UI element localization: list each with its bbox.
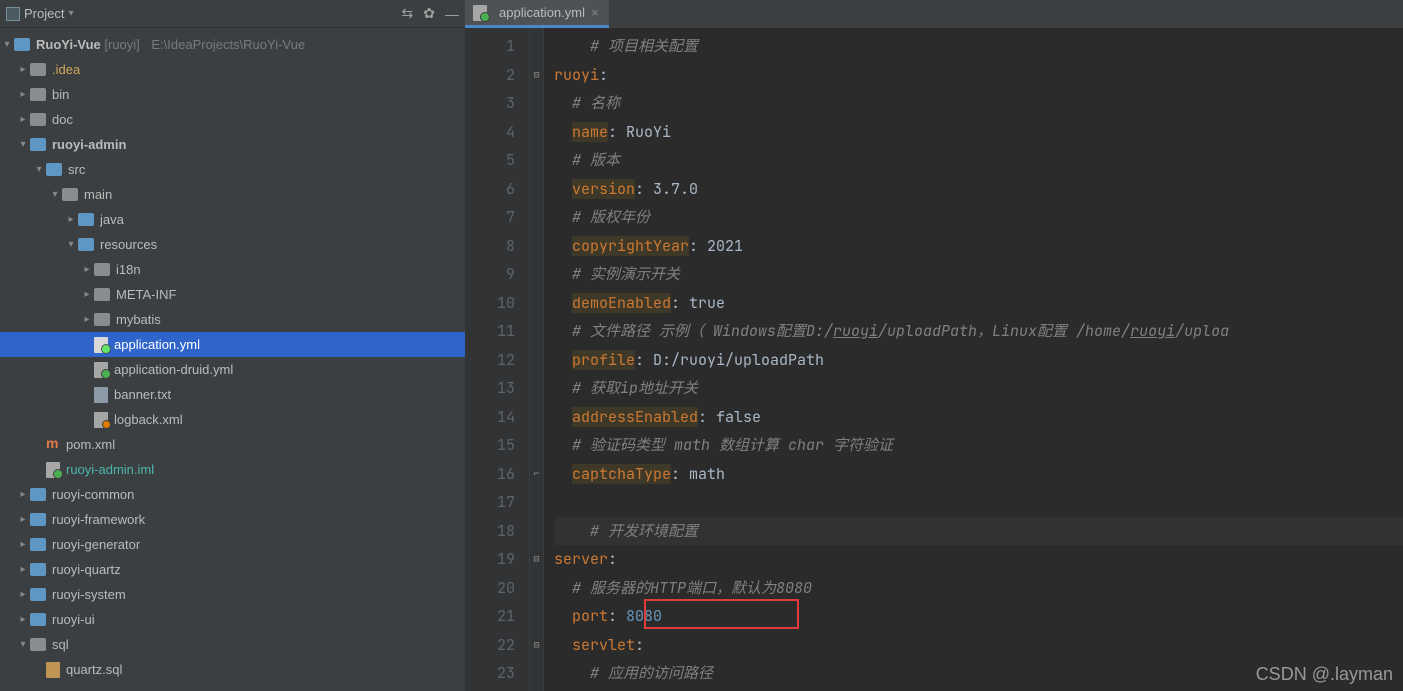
- code-line-5[interactable]: # 版本: [554, 146, 1403, 175]
- code-line-8[interactable]: copyrightYear: 2021: [554, 232, 1403, 261]
- code-line-3[interactable]: # 名称: [554, 89, 1403, 118]
- code-line-16[interactable]: captchaType: math: [554, 460, 1403, 489]
- code-line-20[interactable]: # 服务器的HTTP端口，默认为8080: [554, 574, 1403, 603]
- code-line-12[interactable]: profile: D:/ruoyi/uploadPath: [554, 346, 1403, 375]
- project-toolbar: Project ▾ ⇆ ✿ —: [0, 0, 465, 28]
- tree-item[interactable]: logback.xml: [0, 407, 465, 432]
- code-line-21[interactable]: port: 8080: [554, 602, 1403, 631]
- tree-item[interactable]: .idea: [0, 57, 465, 82]
- tree-item[interactable]: pom.xml: [0, 432, 465, 457]
- code-line-14[interactable]: addressEnabled: false: [554, 403, 1403, 432]
- tree-item[interactable]: resources: [0, 232, 465, 257]
- tree-item[interactable]: META-INF: [0, 282, 465, 307]
- code-line-15[interactable]: # 验证码类型 math 数组计算 char 字符验证: [554, 431, 1403, 460]
- tree-item[interactable]: ruoyi-admin.iml: [0, 457, 465, 482]
- code-line-9[interactable]: # 实例演示开关: [554, 260, 1403, 289]
- editor-panel: application.yml × 1234567891011121314151…: [465, 0, 1403, 691]
- project-icon: [6, 7, 20, 21]
- tree-item[interactable]: quartz.sql: [0, 657, 465, 682]
- tree-item[interactable]: sql: [0, 632, 465, 657]
- code-line-6[interactable]: version: 3.7.0: [554, 175, 1403, 204]
- project-tree[interactable]: RuoYi-Vue [ruoyi] E:\IdeaProjects\RuoYi-…: [0, 28, 465, 691]
- code-line-1[interactable]: # 项目相关配置: [554, 32, 1403, 61]
- tree-item[interactable]: ruoyi-admin: [0, 132, 465, 157]
- tree-item[interactable]: main: [0, 182, 465, 207]
- tree-item[interactable]: ruoyi-ui: [0, 607, 465, 632]
- line-gutter: 1234567891011121314151617181920212223: [465, 28, 530, 691]
- project-panel: Project ▾ ⇆ ✿ — RuoYi-Vue [ruoyi] E:\Ide…: [0, 0, 465, 691]
- tree-item-selected[interactable]: application.yml: [0, 332, 465, 357]
- code-line-11[interactable]: # 文件路径 示例（ Windows配置D:/ruoyi/uploadPath，…: [554, 317, 1403, 346]
- code-line-17[interactable]: [554, 488, 1403, 517]
- fold-column[interactable]: ⊟⌐⊟⊟: [530, 28, 544, 691]
- yml-file-icon: [473, 5, 487, 21]
- tree-item[interactable]: ruoyi-generator: [0, 532, 465, 557]
- tree-item[interactable]: ruoyi-framework: [0, 507, 465, 532]
- code-line-22[interactable]: servlet:: [554, 631, 1403, 660]
- code-line-10[interactable]: demoEnabled: true: [554, 289, 1403, 318]
- tree-item[interactable]: doc: [0, 107, 465, 132]
- tab-application-yml[interactable]: application.yml ×: [465, 0, 609, 28]
- tab-label: application.yml: [499, 5, 585, 20]
- tree-item[interactable]: ruoyi-quartz: [0, 557, 465, 582]
- tree-item[interactable]: mybatis: [0, 307, 465, 332]
- project-dropdown[interactable]: Project: [24, 6, 64, 21]
- code-area[interactable]: # 项目相关配置ruoyi: # 名称 name: RuoYi # 版本 ver…: [544, 28, 1403, 691]
- code-line-18[interactable]: # 开发环境配置: [554, 517, 1403, 546]
- code-line-4[interactable]: name: RuoYi: [554, 118, 1403, 147]
- tree-item[interactable]: i18n: [0, 257, 465, 282]
- code-line-7[interactable]: # 版权年份: [554, 203, 1403, 232]
- tree-root[interactable]: RuoYi-Vue [ruoyi] E:\IdeaProjects\RuoYi-…: [0, 32, 465, 57]
- chevron-down-icon[interactable]: ▾: [68, 8, 73, 19]
- collapse-icon[interactable]: ⇆: [402, 5, 414, 22]
- tree-item[interactable]: banner.txt: [0, 382, 465, 407]
- tree-item[interactable]: ruoyi-system: [0, 582, 465, 607]
- tree-item[interactable]: application-druid.yml: [0, 357, 465, 382]
- code-line-23[interactable]: # 应用的访问路径: [554, 659, 1403, 688]
- tree-item[interactable]: bin: [0, 82, 465, 107]
- close-icon[interactable]: ×: [591, 5, 599, 20]
- minimize-icon[interactable]: —: [445, 6, 459, 22]
- tree-item[interactable]: src: [0, 157, 465, 182]
- code-editor[interactable]: 1234567891011121314151617181920212223 ⊟⌐…: [465, 28, 1403, 691]
- gear-icon[interactable]: ✿: [423, 5, 435, 22]
- code-line-19[interactable]: server:: [554, 545, 1403, 574]
- code-line-13[interactable]: # 获取ip地址开关: [554, 374, 1403, 403]
- tree-item[interactable]: java: [0, 207, 465, 232]
- editor-tabbar: application.yml ×: [465, 0, 1403, 28]
- code-line-2[interactable]: ruoyi:: [554, 61, 1403, 90]
- tree-item[interactable]: ruoyi-common: [0, 482, 465, 507]
